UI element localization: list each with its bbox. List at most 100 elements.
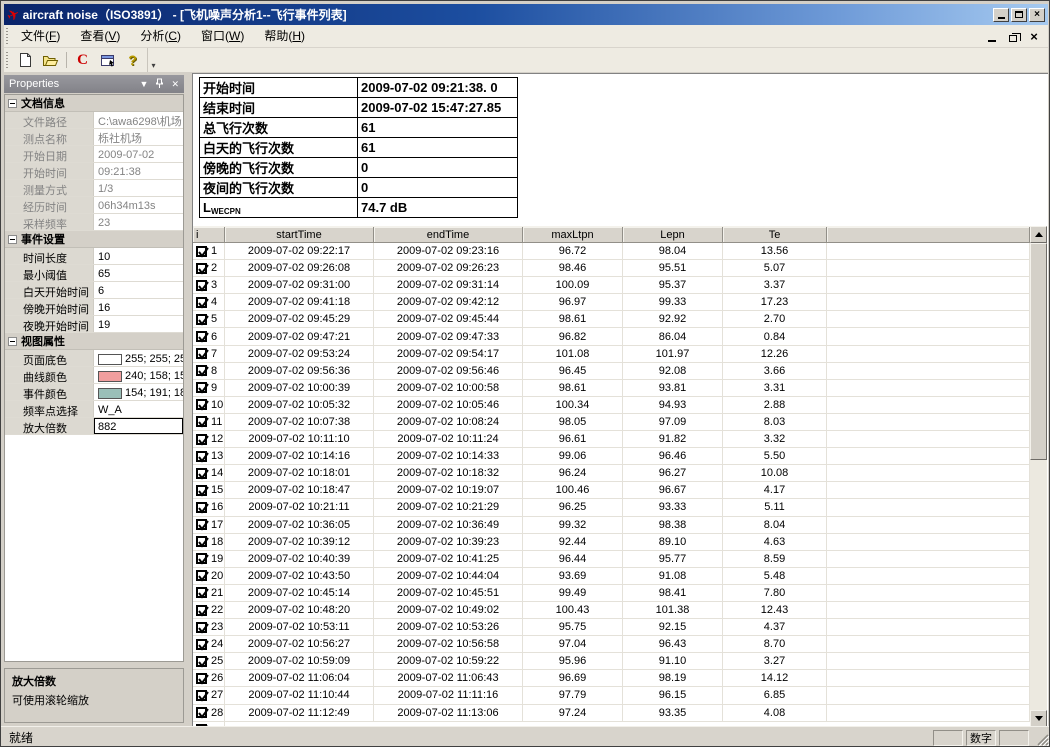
property-value[interactable]: 23: [94, 214, 183, 230]
menu-item[interactable]: 帮助(H): [254, 26, 315, 46]
row-checkbox[interactable]: [196, 246, 207, 257]
close-button[interactable]: ×: [1029, 8, 1045, 22]
event-row[interactable]: 132009-07-02 10:14:162009-07-02 10:14:33…: [193, 448, 1030, 465]
property-value[interactable]: 6: [94, 282, 183, 298]
row-checkbox[interactable]: [196, 451, 207, 462]
property-row[interactable]: 页面底色255; 255; 25: [5, 350, 183, 367]
event-row[interactable]: 182009-07-02 10:39:122009-07-02 10:39:23…: [193, 534, 1030, 551]
collapse-minus-icon[interactable]: [8, 235, 17, 244]
row-checkbox[interactable]: [196, 639, 207, 650]
title-bar[interactable]: ✈ aircraft noise（ISO3891） - [飞机噪声分析1--飞行…: [4, 4, 1048, 25]
event-row[interactable]: 42009-07-02 09:41:182009-07-02 09:42:129…: [193, 294, 1030, 311]
toolbar-grip[interactable]: [6, 52, 8, 68]
collapse-minus-icon[interactable]: [8, 99, 17, 108]
column-header-Lepn[interactable]: Lepn: [623, 227, 723, 243]
property-value[interactable]: 2009-07-02: [94, 146, 183, 162]
row-checkbox[interactable]: [196, 468, 207, 479]
row-checkbox[interactable]: [196, 587, 207, 598]
event-row[interactable]: 282009-07-02 11:12:492009-07-02 11:13:06…: [193, 705, 1030, 722]
toolbar-options-chevron-icon[interactable]: ▾: [148, 61, 159, 72]
event-row[interactable]: 212009-07-02 10:45:142009-07-02 10:45:51…: [193, 585, 1030, 602]
panel-menu-chevron-icon[interactable]: ▼: [140, 79, 149, 89]
event-row[interactable]: 102009-07-02 10:05:322009-07-02 10:05:46…: [193, 397, 1030, 414]
open-file-icon[interactable]: [39, 50, 62, 71]
event-row[interactable]: 122009-07-02 10:11:102009-07-02 10:11:24…: [193, 431, 1030, 448]
row-checkbox[interactable]: [196, 314, 207, 325]
event-row[interactable]: 202009-07-02 10:43:502009-07-02 10:44:04…: [193, 568, 1030, 585]
row-checkbox[interactable]: [196, 536, 207, 547]
color-swatch[interactable]: [98, 354, 122, 365]
event-row[interactable]: 32009-07-02 09:31:002009-07-02 09:31:141…: [193, 277, 1030, 294]
event-row[interactable]: 82009-07-02 09:56:362009-07-02 09:56:469…: [193, 363, 1030, 380]
row-checkbox[interactable]: [196, 382, 207, 393]
row-checkbox[interactable]: [196, 416, 207, 427]
property-row[interactable]: 开始时间09:21:38: [5, 163, 183, 180]
row-checkbox[interactable]: [196, 348, 207, 359]
property-row[interactable]: 频率点选择W_A: [5, 401, 183, 418]
property-value[interactable]: 栎社机场: [94, 129, 183, 145]
property-section-header[interactable]: 事件设置: [5, 231, 183, 248]
property-row[interactable]: 采样频率23: [5, 214, 183, 231]
row-checkbox[interactable]: [196, 605, 207, 616]
help-icon[interactable]: ?: [121, 50, 144, 71]
event-row[interactable]: 142009-07-02 10:18:012009-07-02 10:18:32…: [193, 465, 1030, 482]
event-row[interactable]: 62009-07-02 09:47:212009-07-02 09:47:339…: [193, 328, 1030, 345]
row-checkbox[interactable]: [196, 553, 207, 564]
mdi-close-button[interactable]: ×: [1028, 30, 1040, 42]
row-checkbox[interactable]: [196, 622, 207, 633]
property-section-header[interactable]: 文档信息: [5, 95, 183, 112]
menu-item[interactable]: 查看(V): [70, 26, 130, 46]
collapse-minus-icon[interactable]: [8, 337, 17, 346]
event-row[interactable]: 72009-07-02 09:53:242009-07-02 09:54:171…: [193, 346, 1030, 363]
event-row[interactable]: 22009-07-02 09:26:082009-07-02 09:26:239…: [193, 260, 1030, 277]
vertical-scrollbar[interactable]: [1030, 226, 1047, 726]
property-value[interactable]: 65: [94, 265, 183, 281]
property-value[interactable]: 882: [94, 418, 183, 434]
minimize-button[interactable]: [993, 8, 1009, 22]
property-row[interactable]: 夜晚开始时间19: [5, 316, 183, 333]
row-checkbox[interactable]: [196, 365, 207, 376]
event-row[interactable]: 112009-07-02 10:07:382009-07-02 10:08:24…: [193, 414, 1030, 431]
property-row[interactable]: 放大倍数882: [5, 418, 183, 435]
event-row[interactable]: 222009-07-02 10:48:202009-07-02 10:49:02…: [193, 602, 1030, 619]
property-value[interactable]: 255; 255; 25: [94, 350, 183, 366]
column-header-Te[interactable]: Te: [723, 227, 827, 243]
property-row[interactable]: 文件路径C:\awa6298\机场: [5, 112, 183, 129]
property-row[interactable]: 测量方式1/3: [5, 180, 183, 197]
property-row[interactable]: 时间长度10: [5, 248, 183, 265]
scroll-up-button[interactable]: [1030, 226, 1047, 243]
property-row[interactable]: 开始日期2009-07-02: [5, 146, 183, 163]
property-value[interactable]: 06h34m13s: [94, 197, 183, 213]
event-row[interactable]: 52009-07-02 09:45:292009-07-02 09:45:449…: [193, 311, 1030, 328]
column-header-filler[interactable]: [827, 227, 1030, 243]
property-row[interactable]: 曲线颜色240; 158; 15: [5, 367, 183, 384]
property-row[interactable]: 最小阈值65: [5, 265, 183, 282]
event-row[interactable]: 162009-07-02 10:21:112009-07-02 10:21:29…: [193, 499, 1030, 516]
scroll-down-button[interactable]: [1030, 710, 1047, 726]
properties-panel-header[interactable]: Properties ▼ ✕: [4, 75, 184, 93]
property-value[interactable]: 1/3: [94, 180, 183, 196]
row-checkbox[interactable]: [196, 502, 207, 513]
menubar-grip[interactable]: [6, 28, 8, 44]
column-header-startTime[interactable]: startTime: [225, 227, 374, 243]
event-row[interactable]: 192009-07-02 10:40:392009-07-02 10:41:25…: [193, 551, 1030, 568]
row-checkbox[interactable]: [196, 570, 207, 581]
event-row[interactable]: 262009-07-02 11:06:042009-07-02 11:06:43…: [193, 670, 1030, 687]
row-checkbox[interactable]: [196, 707, 207, 718]
mdi-minimize-button[interactable]: [986, 30, 998, 42]
property-row[interactable]: 白天开始时间6: [5, 282, 183, 299]
column-header-i[interactable]: i: [193, 227, 225, 243]
property-row[interactable]: 傍晚开始时间16: [5, 299, 183, 316]
event-row[interactable]: 92009-07-02 10:00:392009-07-02 10:00:589…: [193, 380, 1030, 397]
property-value[interactable]: 16: [94, 299, 183, 315]
property-row[interactable]: 经历时间06h34m13s: [5, 197, 183, 214]
properties-window-icon[interactable]: [96, 50, 119, 71]
property-section-header[interactable]: 视图属性: [5, 333, 183, 350]
row-checkbox[interactable]: [196, 280, 207, 291]
row-checkbox[interactable]: [196, 263, 207, 274]
row-checkbox[interactable]: [196, 656, 207, 667]
property-value[interactable]: 240; 158; 15: [94, 367, 183, 383]
event-row[interactable]: 172009-07-02 10:36:052009-07-02 10:36:49…: [193, 517, 1030, 534]
row-checkbox[interactable]: [196, 690, 207, 701]
calibration-c-icon[interactable]: C: [71, 50, 94, 71]
